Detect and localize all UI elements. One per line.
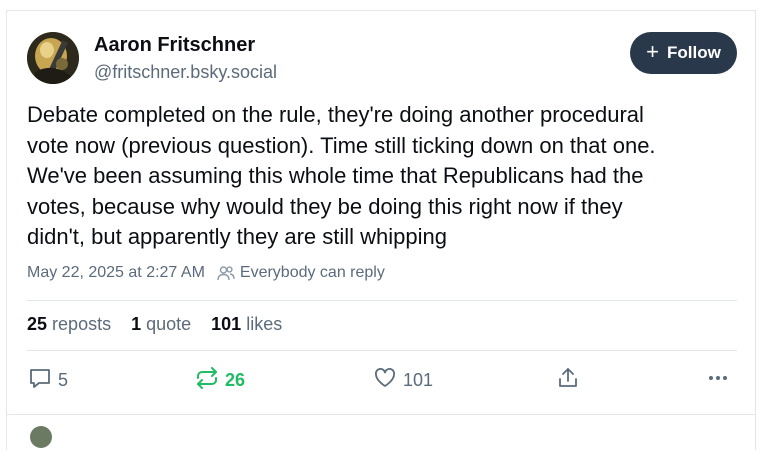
like-button[interactable]: 101 [373,366,433,395]
share-button[interactable] [556,366,580,395]
avatar-image [27,32,79,84]
repost-icon [195,366,219,395]
engagement-stats: 25 reposts 1 quote 101 likes [27,314,282,335]
reposts-count: 25 [27,314,48,334]
reply-count: 5 [58,370,69,390]
reply-icon [28,366,52,395]
post-meta: May 22, 2025 at 2:27 AM Everybody can re… [27,264,385,282]
quotes-stat[interactable]: 1 quote [131,314,191,335]
quotes-count: 1 [131,314,142,334]
avatar[interactable] [27,32,79,84]
reposts-label: reposts [52,314,112,334]
divider [27,300,737,301]
divider [27,350,737,351]
likes-stat[interactable]: 101 likes [211,314,282,335]
divider [6,414,756,415]
repost-button[interactable]: 26 [195,366,245,395]
like-count: 101 [403,370,434,390]
post-timestamp[interactable]: May 22, 2025 at 2:27 AM [27,264,205,282]
more-options-button[interactable] [706,366,730,395]
likes-label: likes [246,314,283,334]
author-display-name[interactable]: Aaron Fritschner [94,34,255,57]
plus-icon: + [646,39,660,64]
repost-count: 26 [225,370,246,390]
follow-button-label: Follow [667,43,721,62]
more-options-icon [706,366,730,395]
author-handle[interactable]: @fritschner.bsky.social [94,62,277,83]
reply-setting: Everybody can reply [239,264,385,281]
reply-button[interactable]: 5 [28,366,68,395]
reposts-stat[interactable]: 25 reposts [27,314,111,335]
reply-avatar[interactable] [30,426,52,448]
people-icon [217,265,235,281]
quotes-label: quote [146,314,192,334]
post-text: Debate completed on the rule, they're do… [27,102,656,249]
follow-button[interactable]: + Follow [630,32,737,74]
likes-count: 101 [211,314,242,334]
share-icon [556,366,580,395]
heart-icon [373,366,397,395]
